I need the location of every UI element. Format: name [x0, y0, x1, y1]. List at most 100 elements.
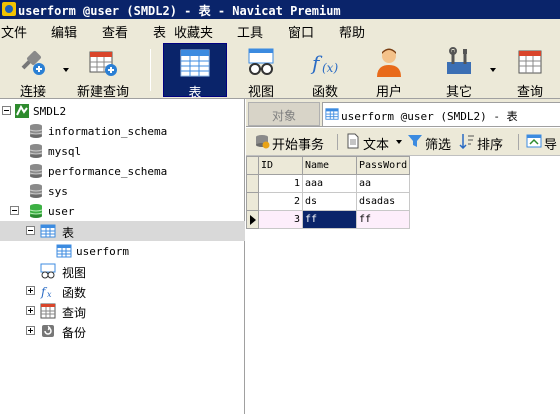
function-button[interactable]: f (x) 函数 — [296, 43, 354, 99]
row-header-corner — [246, 156, 259, 175]
tree-database-user[interactable]: user — [0, 201, 245, 221]
row-header[interactable] — [246, 210, 259, 229]
tree-database-label: sys — [48, 185, 68, 198]
database-icon — [29, 164, 43, 178]
view-icon — [248, 48, 274, 75]
row-header[interactable] — [246, 192, 259, 211]
menu-window[interactable]: 窗口 — [288, 22, 314, 41]
other-dropdown-icon[interactable] — [490, 68, 496, 72]
tree-views-label: 视图 — [62, 266, 87, 280]
menu-favorites[interactable]: 收藏夹 — [174, 22, 213, 41]
filter-icon — [408, 135, 422, 147]
column-header-name[interactable]: Name — [302, 156, 357, 175]
text-button[interactable]: 文本 — [345, 132, 402, 152]
toolbar-separator — [150, 49, 151, 91]
expand-icon[interactable] — [26, 286, 35, 295]
filter-label: 筛选 — [425, 137, 452, 152]
import-icon — [526, 134, 542, 148]
tree-table-userform[interactable]: userform — [0, 241, 245, 261]
new-query-button[interactable]: 新建查询 — [74, 43, 132, 99]
query-label: 查询 — [516, 84, 543, 99]
text-dropdown-icon[interactable] — [396, 140, 402, 144]
cell-id[interactable]: 3 — [258, 210, 303, 229]
menu-table[interactable]: 表 — [153, 22, 166, 41]
database-icon — [29, 184, 43, 198]
begin-transaction-button[interactable]: 开始事务 — [254, 132, 330, 152]
table-icon — [56, 244, 72, 258]
tree-database-mysql[interactable]: mysql — [0, 141, 245, 161]
tree-tables-label: 表 — [62, 226, 75, 240]
tree-backups-group[interactable]: 备份 — [0, 321, 245, 341]
tree-queries-group[interactable]: 查询 — [0, 301, 245, 321]
sort-button[interactable]: 排序 — [459, 132, 507, 152]
database-icon — [29, 144, 43, 158]
navicat-app-icon — [2, 2, 16, 16]
cell-name[interactable]: ds — [302, 192, 357, 211]
other-label: 其它 — [445, 84, 472, 99]
text-document-icon — [347, 133, 359, 149]
menu-view[interactable]: 查看 — [102, 22, 128, 41]
column-header-password[interactable]: PassWord — [355, 156, 411, 175]
cell-password[interactable]: aa — [355, 174, 411, 193]
tree-table-label: userform — [76, 245, 129, 258]
tree-views-group[interactable]: 视图 — [0, 261, 245, 281]
document-tab-bar: 对象 userform @user (SMDL2) - 表 — [246, 99, 560, 127]
navigation-tree: SMDL2 information_schema mysql performan… — [0, 99, 245, 414]
current-row-pointer-icon — [250, 215, 256, 225]
import-button[interactable]: 导 — [526, 132, 560, 152]
tree-connection-label: SMDL2 — [33, 105, 67, 118]
table-toolbar: 开始事务 文本 筛选 排序 导 — [246, 128, 560, 156]
cell-name-selected[interactable]: ff — [302, 210, 357, 229]
tab-userform-table[interactable]: userform @user (SMDL2) - 表 — [322, 102, 560, 126]
tree-database-sys[interactable]: sys — [0, 181, 245, 201]
tree-connection-smdl2[interactable]: SMDL2 — [0, 101, 245, 121]
menu-tools[interactable]: 工具 — [237, 22, 263, 41]
collapse-icon[interactable] — [10, 206, 19, 215]
collapse-icon[interactable] — [2, 106, 11, 115]
other-button[interactable]: 其它 — [430, 43, 488, 99]
column-header-id[interactable]: ID — [258, 156, 303, 175]
table-icon — [180, 49, 210, 77]
menu-help[interactable]: 帮助 — [339, 22, 365, 41]
connect-dropdown-icon[interactable] — [63, 68, 69, 72]
cell-name[interactable]: aaa — [302, 174, 357, 193]
filter-button[interactable]: 筛选 — [407, 132, 453, 152]
cell-id[interactable]: 2 — [258, 192, 303, 211]
tab-objects[interactable]: 对象 — [248, 102, 320, 126]
row-header[interactable] — [246, 174, 259, 193]
menu-bar: 文件 编辑 查看 表 收藏夹 工具 窗口 帮助 — [0, 19, 560, 41]
tree-tables-group[interactable]: 表 — [0, 221, 245, 241]
query-button[interactable]: 查询 — [502, 43, 558, 99]
new-query-label: 新建查询 — [76, 84, 129, 99]
tree-functions-group[interactable]: f x 函数 — [0, 281, 245, 301]
header-row: ID Name PassWord — [246, 156, 411, 175]
table-button[interactable]: 表 — [163, 43, 227, 100]
expand-icon[interactable] — [26, 306, 35, 315]
collapse-icon[interactable] — [26, 226, 35, 235]
function-icon: f x — [40, 285, 52, 299]
toolbar-separator — [518, 134, 519, 150]
table-row[interactable]: 2 ds dsadas — [246, 192, 411, 211]
function-icon: f (x) — [310, 51, 338, 75]
tree-database-performance-schema[interactable]: performance_schema — [0, 161, 245, 181]
text-label: 文本 — [363, 137, 390, 152]
expand-icon[interactable] — [26, 326, 35, 335]
new-query-icon — [89, 51, 117, 76]
tree-functions-label: 函数 — [62, 286, 87, 300]
table-row-current[interactable]: 3 ff ff — [246, 210, 411, 229]
menu-file[interactable]: 文件 — [1, 22, 27, 41]
user-button[interactable]: 用户 — [360, 43, 418, 99]
tab-title: userform @user (SMDL2) - 表 — [341, 110, 518, 123]
tree-database-label: performance_schema — [48, 165, 168, 178]
import-label: 导 — [544, 137, 558, 152]
table-row[interactable]: 1 aaa aa — [246, 174, 411, 193]
view-button[interactable]: 视图 — [232, 43, 290, 99]
cell-password[interactable]: dsadas — [355, 192, 411, 211]
cell-id[interactable]: 1 — [258, 174, 303, 193]
user-icon — [377, 48, 401, 77]
connect-button[interactable]: 连接 — [4, 43, 62, 99]
svg-text:x: x — [47, 290, 52, 299]
cell-password[interactable]: ff — [355, 210, 411, 229]
menu-edit[interactable]: 编辑 — [51, 22, 77, 41]
tree-database-information-schema[interactable]: information_schema — [0, 121, 245, 141]
